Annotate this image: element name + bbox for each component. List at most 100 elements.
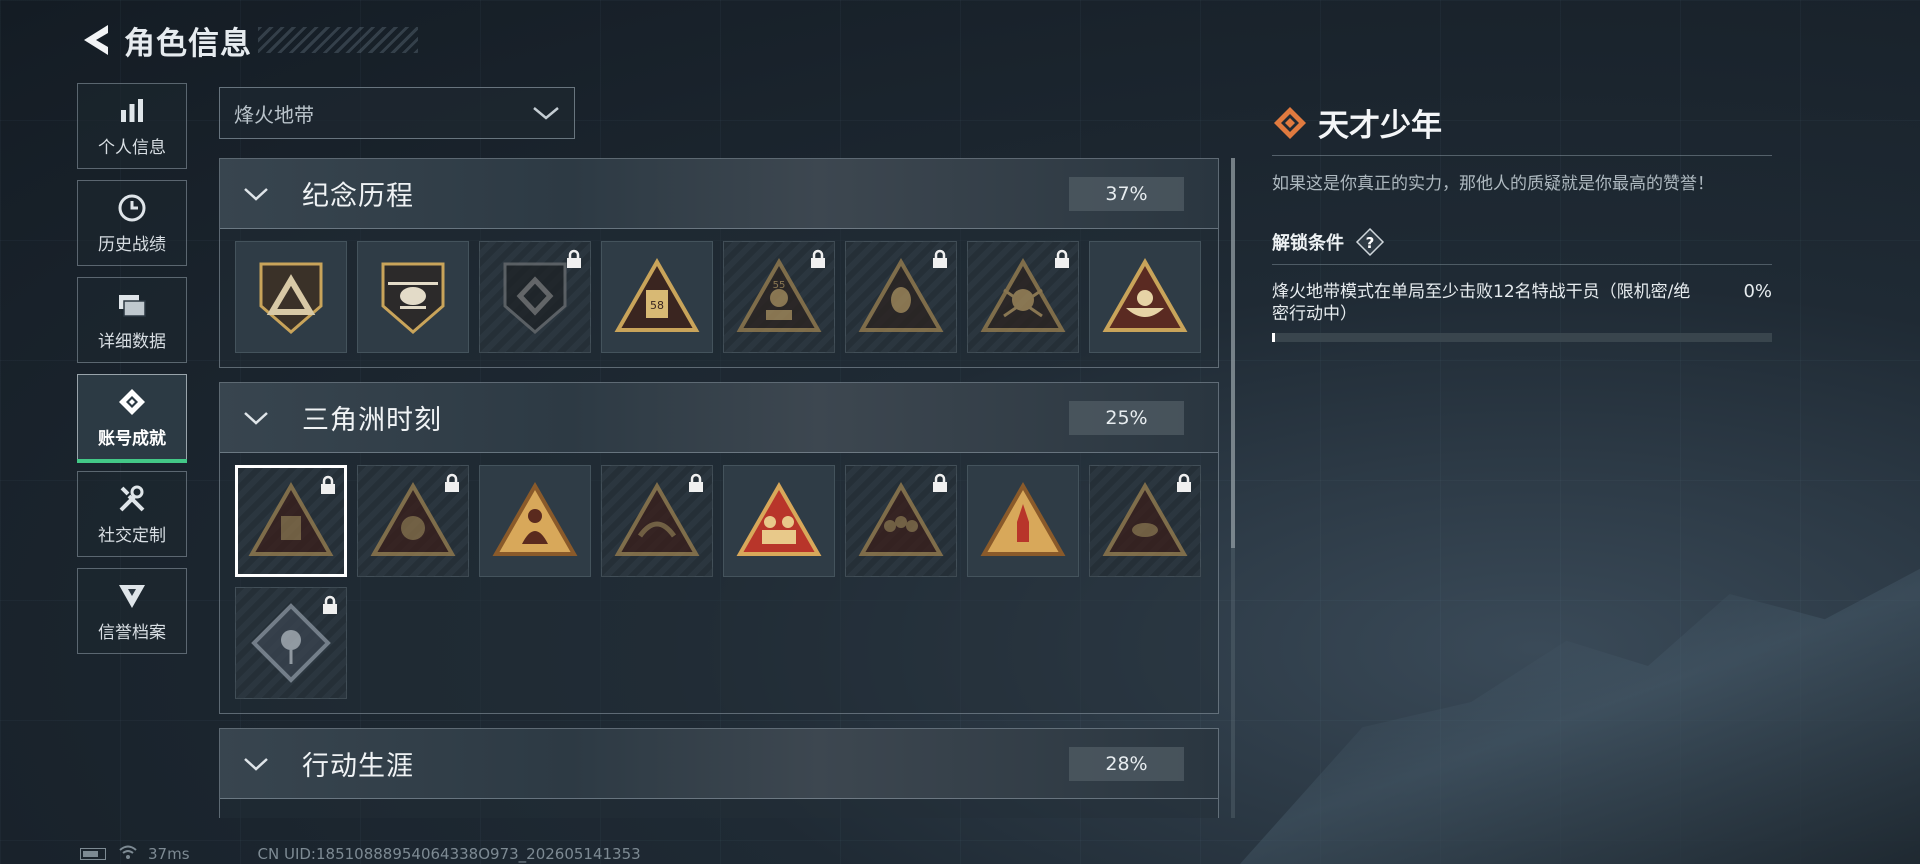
badge-slot-locked[interactable]	[845, 241, 957, 353]
category-name: 纪念历程	[302, 181, 414, 212]
badge-slot[interactable]	[1089, 241, 1201, 353]
lock-icon	[321, 475, 335, 494]
category-header[interactable]: 行动生涯 28%	[220, 729, 1218, 799]
lock-icon	[1177, 473, 1191, 492]
achievement-icon	[116, 386, 148, 418]
lock-icon	[323, 595, 337, 614]
unlock-condition-percent: 0%	[1743, 281, 1772, 302]
page-title: 角色信息	[124, 25, 252, 62]
mode-dropdown-value: 烽火地带	[234, 102, 314, 127]
folders-icon	[116, 289, 148, 321]
battery-icon	[80, 848, 106, 860]
badge-grid	[220, 453, 1218, 713]
category-percent: 25%	[1069, 401, 1184, 435]
badge-number: 58	[650, 299, 664, 312]
nav-item-social[interactable]: 社交定制	[77, 471, 187, 557]
badge-slot-locked[interactable]	[845, 465, 957, 577]
nav-item-label: 个人信息	[98, 137, 166, 158]
nav-item-achievements[interactable]: 账号成就	[77, 374, 187, 463]
lock-icon	[1055, 249, 1069, 268]
triangle-card-badge-icon: 58	[614, 257, 700, 332]
category-panel: 纪念历程 37% 58 55	[219, 158, 1219, 368]
svg-text:?: ?	[1366, 234, 1375, 252]
unlock-condition-row: 烽火地带模式在单局至少击败12名特战干员（限机密/绝密行动中） 0%	[1272, 281, 1772, 325]
badge-grid	[220, 799, 1218, 818]
wifi-icon	[118, 844, 138, 864]
unlock-condition-text: 烽火地带模式在单局至少击败12名特战干员（限机密/绝密行动中）	[1272, 282, 1691, 324]
nav-item-label: 社交定制	[98, 525, 166, 546]
badge-slot[interactable]	[479, 465, 591, 577]
badge-slot-selected[interactable]	[235, 465, 347, 577]
back-button[interactable]	[78, 20, 114, 60]
badge-slot[interactable]	[967, 465, 1079, 577]
badge-slot-locked[interactable]	[601, 465, 713, 577]
shield-icon	[116, 580, 148, 612]
triangle-bowl-badge-icon	[1102, 257, 1188, 332]
category-panel: 三角洲时刻 25%	[219, 382, 1219, 714]
back-arrow-icon	[84, 25, 108, 55]
helicopter-shield-badge-icon	[381, 262, 445, 334]
category-panel: 行动生涯 28%	[219, 728, 1219, 818]
lock-icon	[933, 473, 947, 492]
badge-slot-locked[interactable]	[357, 465, 469, 577]
chevron-down-icon	[242, 186, 282, 202]
badge-slot-locked[interactable]	[1089, 465, 1201, 577]
achievement-detail: 天才少年 如果这是你真正的实力，那他人的质疑就是你最高的赞誉！ 解锁条件 ? 烽…	[1272, 100, 1772, 342]
nav-item-label: 信誉档案	[98, 622, 166, 643]
nav-item-label: 历史战绩	[98, 234, 166, 255]
lock-icon	[445, 473, 459, 492]
category-header[interactable]: 三角洲时刻 25%	[220, 383, 1218, 453]
lock-icon	[811, 249, 825, 268]
triangle-rocket-badge-icon	[980, 481, 1066, 556]
nav-item-profile[interactable]: 个人信息	[77, 83, 187, 169]
triangle-group-badge-icon	[736, 481, 822, 556]
chevron-down-icon	[242, 410, 282, 426]
unlock-progress-bar	[1272, 333, 1772, 342]
lock-icon	[689, 473, 703, 492]
badge-slot[interactable]	[357, 241, 469, 353]
background-mountain	[1240, 568, 1920, 864]
detail-header: 天才少年	[1272, 100, 1772, 156]
question-icon[interactable]: ?	[1354, 226, 1386, 258]
category-header[interactable]: 纪念历程 37%	[220, 159, 1218, 229]
lock-icon	[933, 249, 947, 268]
shield-triangle-badge-icon	[259, 262, 323, 334]
lock-icon	[567, 249, 581, 268]
page-header: 角色信息	[78, 18, 418, 62]
diamond-emblem-icon	[1274, 106, 1306, 139]
badge-grid: 58 55	[220, 229, 1218, 367]
mode-dropdown[interactable]: 烽火地带	[219, 87, 575, 139]
progress-fill	[1272, 333, 1275, 342]
triangle-figure-badge-icon	[492, 481, 578, 556]
category-percent: 37%	[1069, 177, 1184, 211]
unlock-condition-label: 解锁条件	[1272, 232, 1344, 254]
achievement-list[interactable]: 纪念历程 37% 58 55 三角洲时刻 25% 行动生涯 28%	[219, 158, 1219, 818]
tools-icon	[116, 483, 148, 515]
category-percent: 28%	[1069, 747, 1184, 781]
list-scrollbar[interactable]	[1231, 158, 1235, 818]
side-nav: 个人信息 历史战绩 详细数据 账号成就 社交定制 信誉档案	[77, 83, 187, 665]
nav-item-details[interactable]: 详细数据	[77, 277, 187, 363]
title-decoration	[258, 27, 418, 53]
badge-slot[interactable]	[723, 465, 835, 577]
badge-slot-locked[interactable]	[967, 241, 1079, 353]
badge-slot-locked[interactable]: 55	[723, 241, 835, 353]
nav-item-label: 账号成就	[98, 428, 166, 449]
category-name: 三角洲时刻	[302, 405, 442, 436]
chevron-down-icon	[533, 107, 559, 120]
uid-text: CN UID:18510888954064338O973_20260514135…	[257, 845, 641, 863]
badge-slot-locked[interactable]	[235, 587, 347, 699]
nav-item-history[interactable]: 历史战绩	[77, 180, 187, 266]
latency-text: 37ms	[148, 845, 190, 863]
clock-icon	[116, 192, 148, 224]
badge-slot[interactable]	[235, 241, 347, 353]
scrollbar-thumb[interactable]	[1231, 158, 1235, 548]
nav-item-reputation[interactable]: 信誉档案	[77, 568, 187, 654]
nav-item-label: 详细数据	[98, 331, 166, 352]
badge-slot[interactable]: 58	[601, 241, 713, 353]
badge-slot-locked[interactable]	[479, 241, 591, 353]
achievement-description: 如果这是你真正的实力，那他人的质疑就是你最高的赞誉！	[1272, 174, 1714, 194]
badge-number: 55	[773, 280, 786, 291]
bar-chart-icon	[116, 95, 148, 127]
unlock-condition-header: 解锁条件 ?	[1272, 225, 1772, 265]
